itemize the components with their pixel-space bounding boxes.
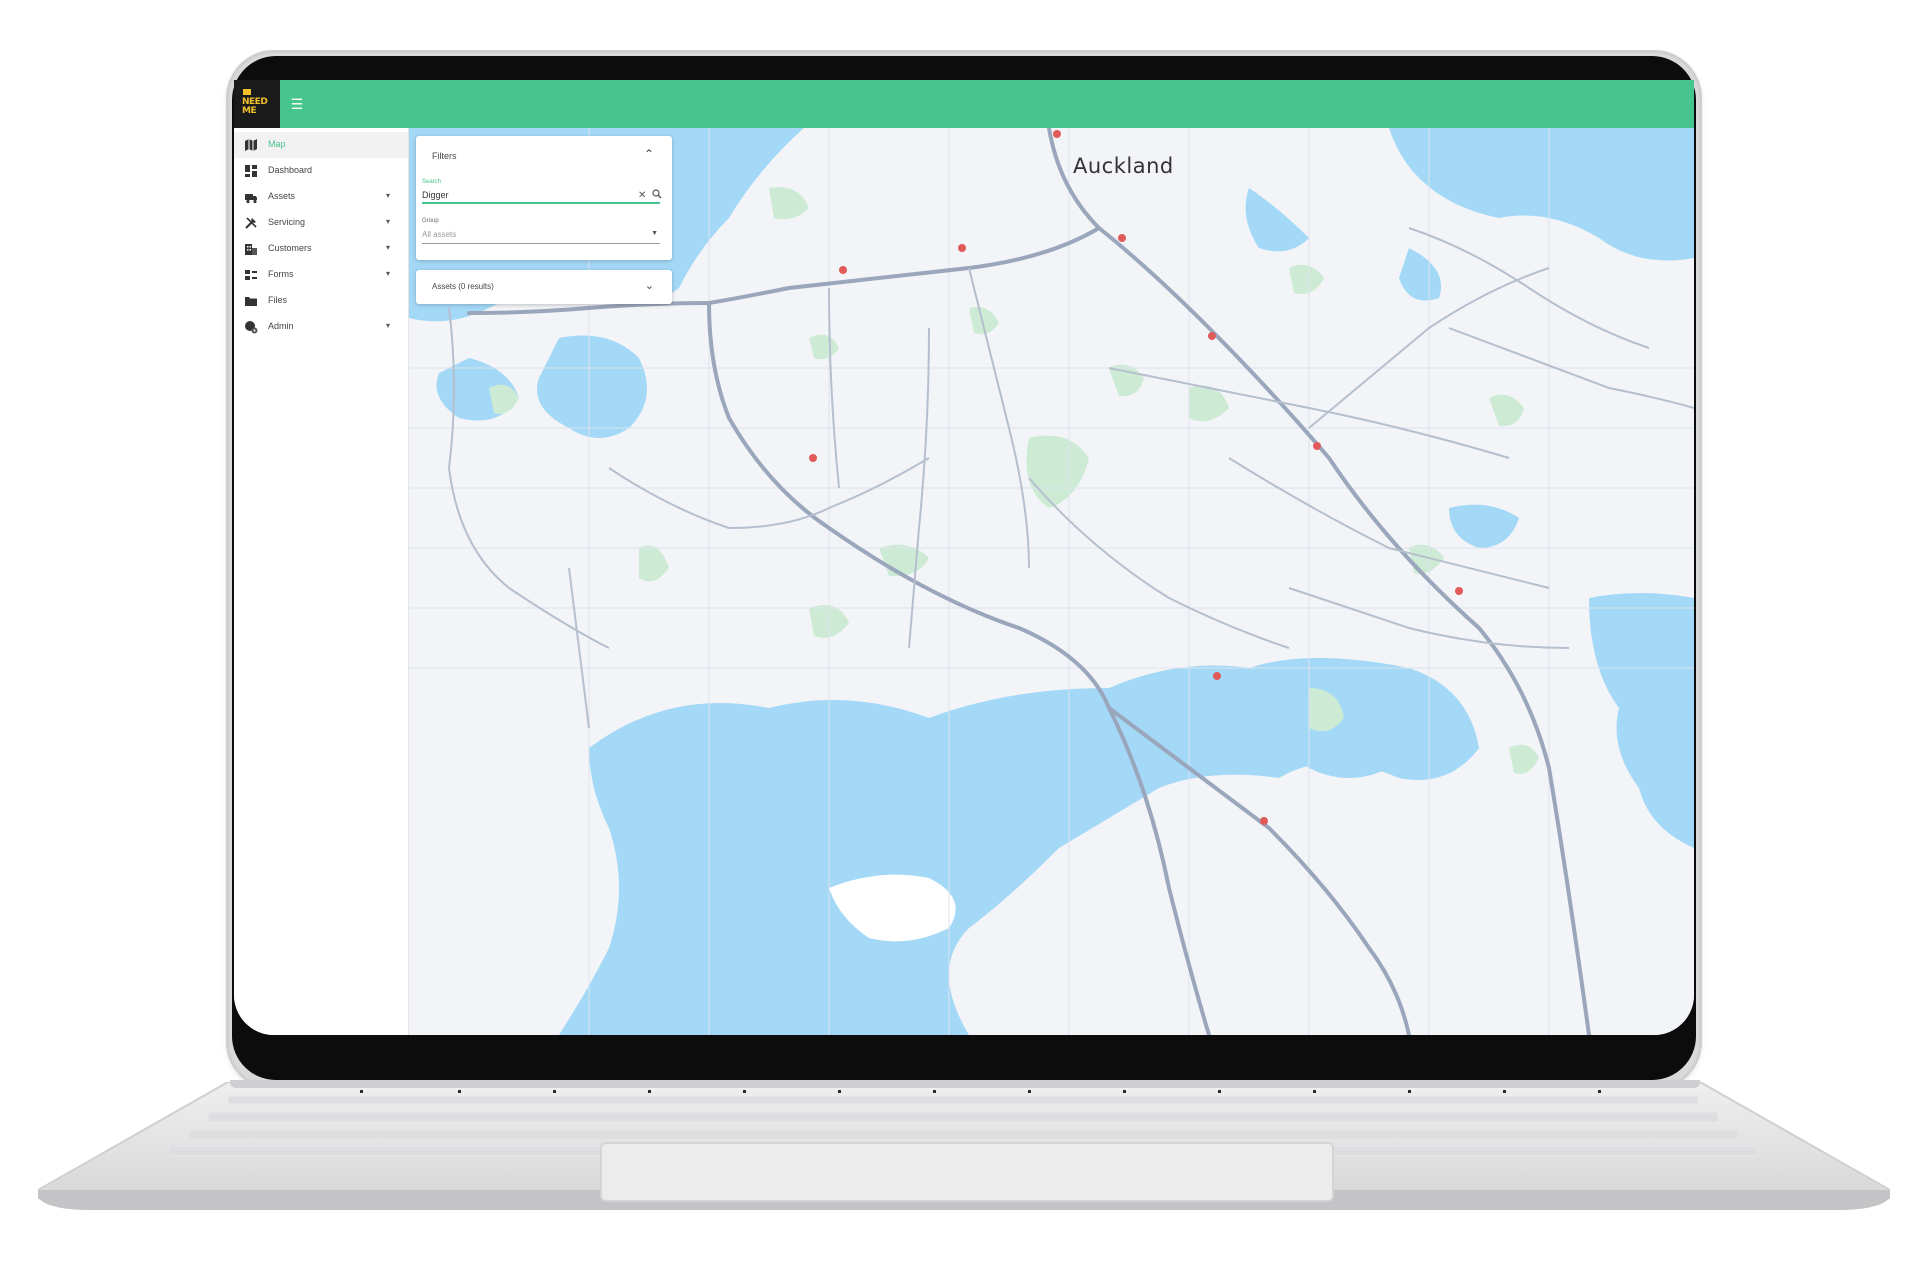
sidebar-item-customers[interactable]: Customers ▾ [234,236,408,262]
chevron-down-icon: ▾ [386,243,391,252]
sidebar: Map Dashboard Assets ▾ Servicing ▾ Custo… [234,128,409,1035]
caret-down-icon: ▼ [651,230,658,237]
group-select[interactable]: All assets ▼ [422,227,660,244]
group-label: Group [422,218,439,224]
forms-icon [245,270,257,280]
assets-results-panel[interactable]: Assets (0 results) ⌄ [416,270,672,304]
sidebar-item-admin[interactable]: Admin ▾ [234,314,408,340]
folder-icon [245,297,257,306]
tools-icon [245,217,257,229]
top-app-bar: NEED ME ☰ [234,80,1694,128]
sidebar-item-map[interactable]: Map [234,132,408,158]
laptop-hinge [230,1080,1700,1088]
logo-mark [243,89,251,95]
sidebar-item-label: Assets [268,191,296,201]
building-icon [245,244,257,255]
trackpad [600,1142,1334,1202]
search-icon[interactable] [652,189,662,199]
assets-results-label: Assets (0 results) [432,282,494,291]
app-logo[interactable]: NEED ME [234,80,280,128]
sidebar-item-assets[interactable]: Assets ▾ [234,184,408,210]
sidebar-item-label: Customers [268,243,312,253]
map-canvas[interactable] [409,128,1694,1035]
sidebar-item-files[interactable]: Files [234,288,408,314]
chevron-down-icon: ▾ [386,191,391,200]
menu-icon[interactable]: ☰ [288,95,306,113]
sidebar-item-label: Forms [268,269,294,279]
sidebar-item-forms[interactable]: Forms ▾ [234,262,408,288]
search-label: Search [422,179,442,185]
sidebar-item-label: Map [268,139,286,149]
map-water [409,128,1694,1035]
admin-icon [245,321,258,334]
sidebar-item-label: Servicing [268,217,306,227]
dashboard-icon [245,165,257,177]
chevron-down-icon[interactable]: ⌄ [645,279,654,292]
app-screen: NEED ME ☰ Map Dashboard Assets ▾ Servici… [234,80,1694,1035]
logo-text-line2: ME [242,106,257,116]
sidebar-item-dashboard[interactable]: Dashboard [234,158,408,184]
filters-panel: Filters ⌃ Search ✕ Group All assets ▼ [416,136,672,260]
sidebar-item-label: Files [268,295,288,305]
sidebar-item-label: Admin [268,321,294,331]
chevron-up-icon[interactable]: ⌃ [644,147,654,161]
chevron-down-icon: ▾ [386,217,391,226]
filters-title: Filters [432,151,457,161]
sidebar-item-servicing[interactable]: Servicing ▾ [234,210,408,236]
chevron-down-icon: ▾ [386,269,391,278]
chevron-down-icon: ▾ [386,321,391,330]
truck-icon [245,194,257,204]
map-city-label: Auckland [1073,154,1174,178]
sidebar-item-label: Dashboard [268,165,313,175]
map-view[interactable]: Auckland [409,128,1694,1035]
group-select-value: All assets [422,230,457,239]
close-icon[interactable]: ✕ [638,190,646,201]
map-icon [245,139,257,151]
search-input[interactable] [422,188,660,204]
